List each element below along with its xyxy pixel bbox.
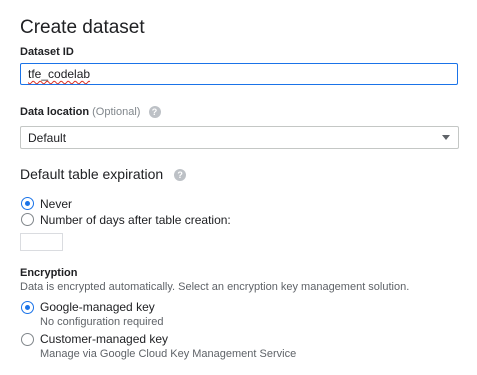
page-title: Create dataset	[20, 17, 145, 38]
table-expiration-title-text: Default table expiration	[20, 166, 164, 182]
google-managed-key-radio[interactable]	[21, 301, 34, 314]
data-location-selected-value: Default	[28, 131, 67, 145]
expiration-days-radio[interactable]	[21, 213, 34, 226]
encryption-title: Encryption	[20, 267, 78, 279]
dataset-id-value: tfe_codelab	[28, 67, 91, 81]
expiration-never-radio[interactable]	[21, 197, 34, 210]
caret-down-icon	[442, 135, 450, 140]
customer-managed-key-sublabel: Manage via Google Cloud Key Management S…	[40, 348, 297, 360]
optional-tag: (Optional)	[92, 106, 141, 118]
help-circle-icon[interactable]: ?	[148, 106, 161, 119]
encryption-description: Data is encrypted automatically. Select …	[20, 281, 410, 293]
customer-managed-key-label: Customer-managed key	[40, 332, 169, 346]
dataset-id-label: Dataset ID	[20, 46, 74, 58]
data-location-label-text: Data location	[20, 106, 90, 118]
dataset-id-input[interactable]: tfe_codelab	[20, 63, 458, 85]
google-managed-key-label: Google-managed key	[40, 300, 155, 314]
expiration-never-label: Never	[40, 197, 73, 211]
customer-managed-key-radio[interactable]	[21, 333, 34, 346]
data-location-label: Data location (Optional) ?	[20, 106, 161, 119]
table-expiration-title: Default table expiration ?	[20, 166, 187, 182]
google-managed-key-sublabel: No configuration required	[40, 316, 164, 328]
help-circle-icon[interactable]: ?	[174, 169, 187, 182]
data-location-select[interactable]: Default	[20, 126, 459, 149]
expiration-days-label: Number of days after table creation:	[40, 213, 231, 227]
expiration-days-input[interactable]	[20, 233, 63, 251]
